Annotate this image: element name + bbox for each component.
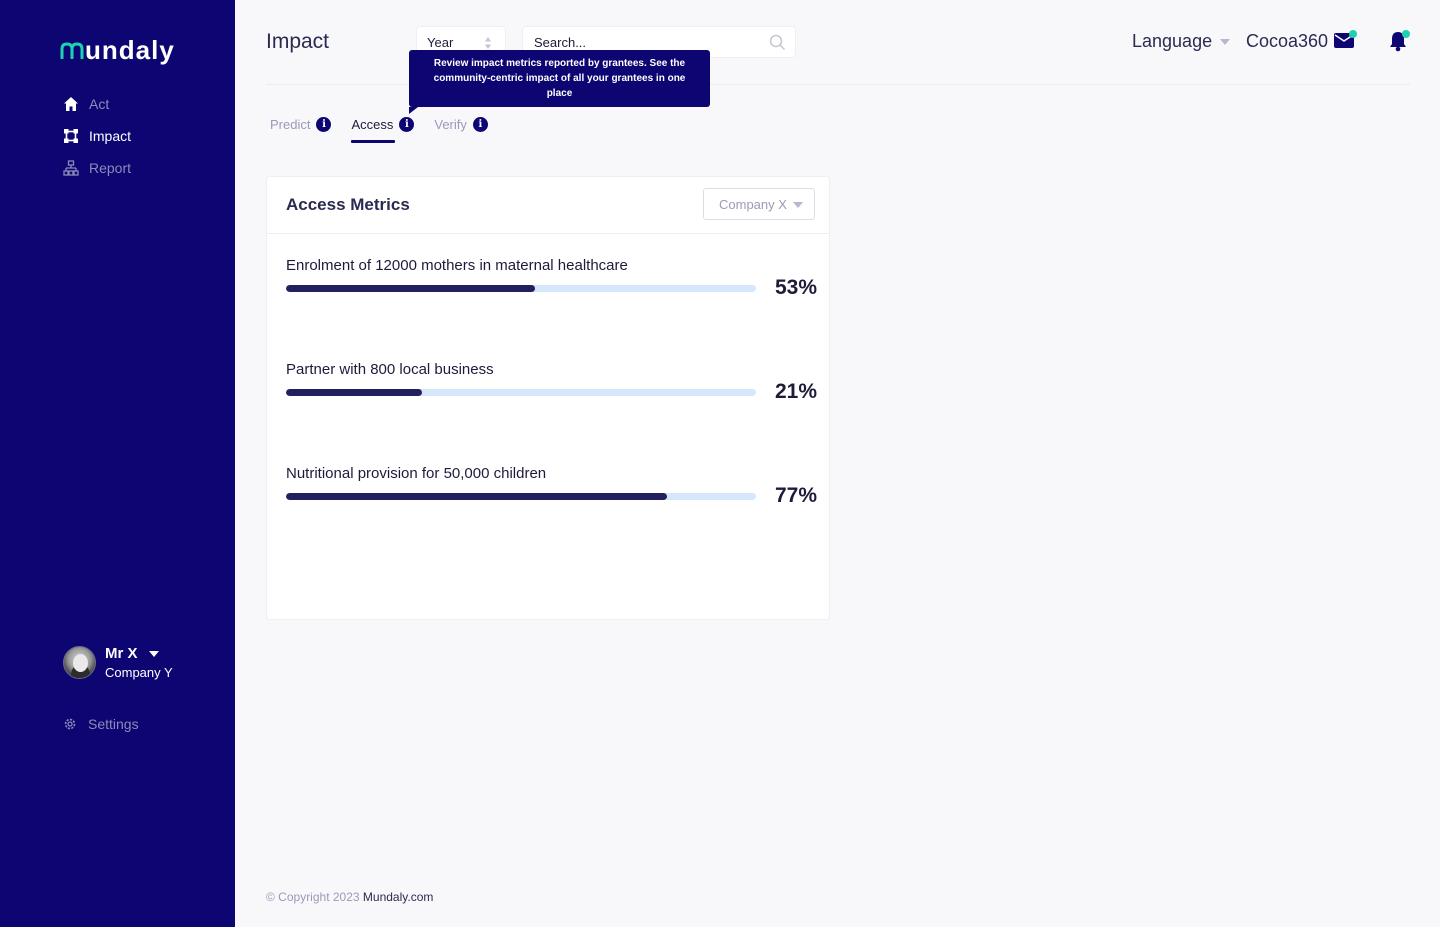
- progress-fill: [286, 389, 423, 396]
- footer-link[interactable]: Mundaly.com: [363, 890, 433, 904]
- profile-name-row: Mr X: [105, 645, 173, 662]
- sidebar-item-label: Report: [89, 160, 132, 176]
- company-select[interactable]: Company X: [703, 188, 815, 220]
- page-title: Impact: [266, 30, 330, 53]
- report-hierarchy-icon: [62, 159, 80, 177]
- search-icon[interactable]: [769, 34, 786, 51]
- sidebar-item-act[interactable]: Act: [62, 92, 131, 116]
- profile-name: Mr X: [105, 645, 138, 662]
- sort-updown-icon: [485, 37, 491, 49]
- notification-dot: [1402, 30, 1410, 38]
- avatar[interactable]: [63, 646, 96, 679]
- info-icon[interactable]: i: [472, 116, 488, 132]
- metric-label: Nutritional provision for 50,000 childre…: [286, 465, 547, 482]
- metric-label: Partner with 800 local business: [286, 361, 494, 378]
- metric-row: Enrolment of 12000 mothers in maternal h…: [286, 257, 817, 299]
- user-profile[interactable]: Mr X Company Y: [63, 645, 173, 680]
- progress-fill: [286, 285, 536, 292]
- progress-bar: [286, 389, 756, 396]
- profile-text: Mr X Company Y: [105, 645, 173, 680]
- mail-button[interactable]: [1334, 30, 1357, 53]
- unread-dot: [1349, 30, 1357, 38]
- tabs: Predict i Access i Verify i: [270, 114, 508, 143]
- chevron-down-icon[interactable]: [148, 650, 159, 657]
- tab-label: Verify: [434, 116, 467, 132]
- tab-verify[interactable]: Verify i: [434, 114, 488, 134]
- settings-label: Settings: [88, 716, 139, 732]
- sidebar-item-report[interactable]: Report: [62, 156, 131, 180]
- tooltip: Review impact metrics reported by grante…: [409, 50, 710, 114]
- company-select-label: Company X: [719, 196, 787, 212]
- impact-nodes-icon: [62, 127, 80, 145]
- year-select-label: Year: [427, 34, 454, 50]
- progress-bar: [286, 285, 756, 292]
- tab-predict[interactable]: Predict i: [270, 114, 332, 134]
- profile-company: Company Y: [105, 665, 173, 680]
- card-header: Access Metrics Company X: [267, 177, 829, 234]
- logo-text: undaly: [85, 34, 175, 65]
- tab-access[interactable]: Access i: [351, 114, 415, 143]
- metric-percent: 77%: [775, 484, 818, 507]
- footer: © Copyright 2023 Mundaly.com: [266, 890, 433, 904]
- sidebar-nav: Act Impact Report: [62, 92, 131, 188]
- sidebar-item-label: Impact: [89, 128, 132, 144]
- metric-row: Nutritional provision for 50,000 childre…: [286, 465, 817, 507]
- language-select[interactable]: Language: [1132, 31, 1231, 52]
- copyright-text: © Copyright 2023: [266, 890, 360, 904]
- metric-percent: 21%: [775, 380, 818, 403]
- metric-percent: 53%: [775, 276, 818, 299]
- gear-icon: [64, 718, 76, 730]
- notifications-button[interactable]: [1388, 30, 1410, 57]
- info-icon[interactable]: i: [316, 116, 332, 132]
- progress-bar: [286, 493, 756, 500]
- logo-mark-icon: [60, 42, 84, 59]
- logo[interactable]: undaly: [60, 32, 175, 68]
- card-title: Access Metrics: [286, 195, 410, 214]
- access-metrics-card: Access Metrics Company X Enrolment of 12…: [266, 176, 830, 620]
- metric-label: Enrolment of 12000 mothers in maternal h…: [286, 257, 628, 274]
- tab-label: Access: [351, 116, 394, 132]
- sidebar: undaly Act Impact Report Mr X Company Y …: [0, 0, 235, 927]
- chevron-down-icon: [793, 202, 803, 208]
- language-label: Language: [1132, 31, 1213, 51]
- progress-fill: [286, 493, 667, 500]
- chevron-down-icon: [1220, 38, 1231, 45]
- settings-link[interactable]: Settings: [63, 716, 139, 732]
- org-name: Cocoa360: [1246, 31, 1329, 51]
- sidebar-item-impact[interactable]: Impact: [62, 124, 131, 148]
- info-icon[interactable]: i: [399, 116, 415, 132]
- sidebar-item-label: Act: [89, 96, 110, 112]
- home-icon: [62, 95, 80, 113]
- metric-row: Partner with 800 local business 21%: [286, 361, 817, 403]
- tab-label: Predict: [270, 116, 311, 132]
